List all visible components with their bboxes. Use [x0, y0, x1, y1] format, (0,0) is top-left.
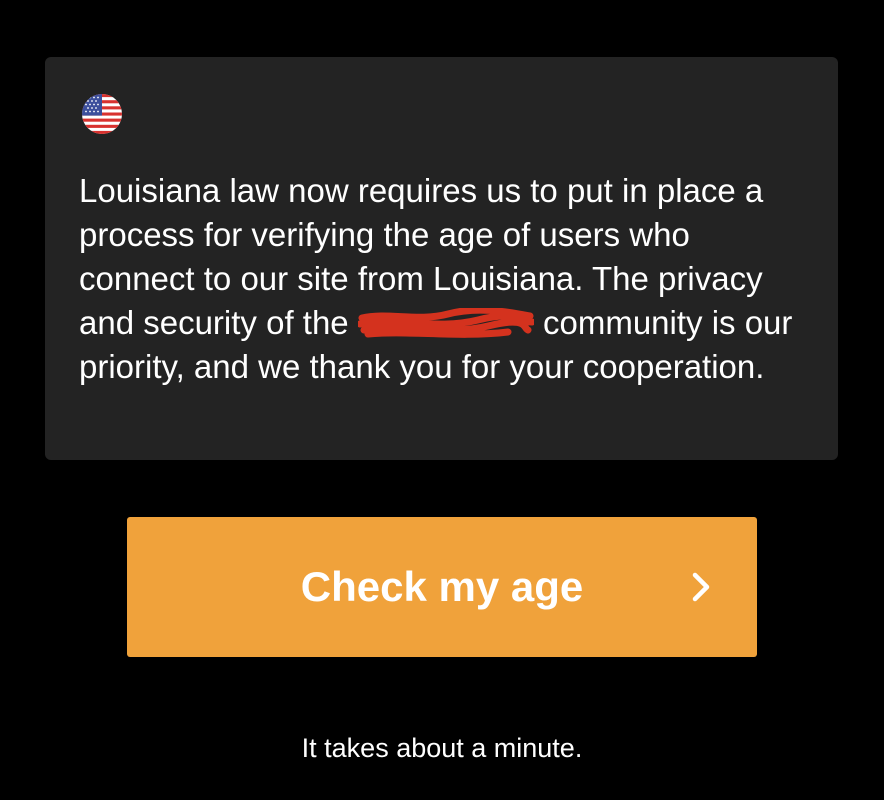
age-law-notice-text: Louisiana law now requires us to put in …: [79, 169, 809, 389]
redaction-scribble: [357, 308, 534, 340]
chevron-right-icon: [690, 570, 712, 604]
age-verification-page: Louisiana law now requires us to put in …: [0, 0, 884, 800]
duration-note: It takes about a minute.: [301, 733, 583, 763]
us-flag-icon: [82, 94, 122, 134]
notice-card: Louisiana law now requires us to put in …: [45, 57, 838, 460]
check-my-age-label: Check my age: [300, 563, 584, 610]
check-my-age-button[interactable]: Check my age: [127, 517, 757, 657]
